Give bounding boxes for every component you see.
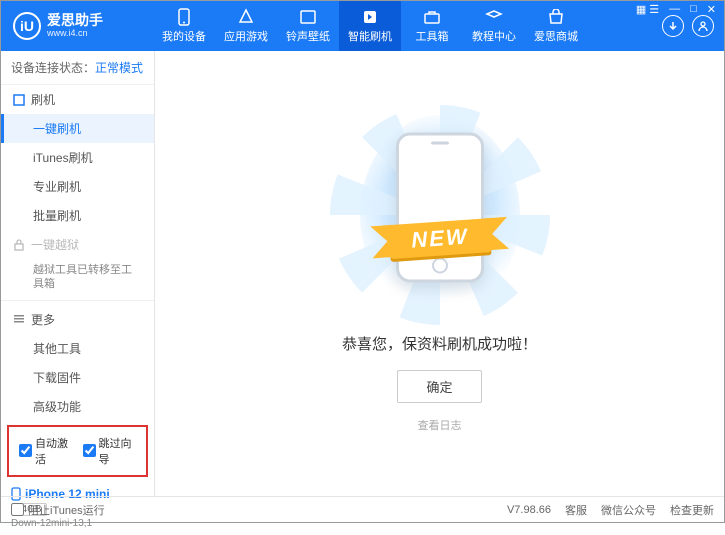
body: 设备连接状态：正常模式 刷机 一键刷机 iTunes刷机 专业刷机 批量刷机 一… [1,51,724,496]
sidebar-section-more[interactable]: 更多 [1,305,154,334]
checkbox-auto-activate[interactable]: 自动激活 [19,435,73,467]
success-illustration: NEW [360,115,520,315]
top-nav: 我的设备 应用游戏 铃声壁纸 智能刷机 工具箱 教程中心 [153,1,662,51]
device-status: 设备连接状态：正常模式 [1,51,154,85]
new-ribbon: NEW [388,218,491,259]
sidebar-item-other-tools[interactable]: 其他工具 [1,334,154,363]
checkbox-auto-activate-input[interactable] [19,444,32,457]
window-maximize-button[interactable]: □ [688,3,699,16]
nav-apps-games[interactable]: 应用游戏 [215,1,277,51]
logo-icon: iU [13,12,41,40]
checkbox-block-itunes[interactable]: 阻止iTunes运行 [11,502,105,518]
nav-ringtones-wallpapers[interactable]: 铃声壁纸 [277,1,339,51]
nav-smart-flash[interactable]: 智能刷机 [339,1,401,51]
footer-update-link[interactable]: 检查更新 [670,502,714,518]
nav-label: 铃声壁纸 [286,28,330,44]
footer: 阻止iTunes运行 V7.98.66 客服 微信公众号 检查更新 [1,496,724,522]
app-logo: iU 爱思助手 www.i4.cn [13,12,153,40]
app-window: ▦ ☰ — □ ✕ iU 爱思助手 www.i4.cn 我的设备 应用游戏 铃声… [0,0,725,523]
flash-icon [361,8,379,26]
window-minimize-button[interactable]: — [667,3,682,16]
sidebar-item-advanced[interactable]: 高级功能 [1,392,154,421]
app-name: 爱思助手 [47,13,103,28]
nav-tutorials[interactable]: 教程中心 [463,1,525,51]
tutorial-icon [485,8,503,26]
sidebar-section-flash[interactable]: 刷机 [1,85,154,114]
nav-label: 我的设备 [162,28,206,44]
wallpaper-icon [299,8,317,26]
sidebar: 设备连接状态：正常模式 刷机 一键刷机 iTunes刷机 专业刷机 批量刷机 一… [1,51,155,496]
view-log-link[interactable]: 查看日志 [418,417,462,433]
sidebar-item-download-firmware[interactable]: 下载固件 [1,363,154,392]
nav-label: 教程中心 [472,28,516,44]
window-menu-button[interactable]: ▦ ☰ [634,3,661,16]
sidebar-item-onekey-flash[interactable]: 一键刷机 [1,114,154,143]
nav-label: 爱思商城 [534,28,578,44]
footer-service-link[interactable]: 客服 [565,502,587,518]
phone-icon [175,8,193,26]
download-button[interactable] [662,15,684,37]
apps-icon [237,8,255,26]
nav-label: 工具箱 [416,28,449,44]
footer-wechat-link[interactable]: 微信公众号 [601,502,656,518]
checkbox-skip-guide[interactable]: 跳过向导 [83,435,137,467]
jailbreak-note: 越狱工具已转移至工具箱 [1,259,154,296]
sidebar-section-jailbreak: 一键越狱 [1,230,154,259]
store-icon [547,8,565,26]
options-highlight: 自动激活 跳过向导 [7,425,148,477]
sidebar-item-batch-flash[interactable]: 批量刷机 [1,201,154,230]
nav-label: 智能刷机 [348,28,392,44]
checkbox-block-itunes-input[interactable] [11,503,24,516]
window-close-button[interactable]: ✕ [705,3,718,16]
nav-toolbox[interactable]: 工具箱 [401,1,463,51]
sidebar-item-pro-flash[interactable]: 专业刷机 [1,172,154,201]
nav-store[interactable]: 爱思商城 [525,1,587,51]
lock-icon [13,239,25,251]
flash-section-icon [13,94,25,106]
version-label: V7.98.66 [507,504,551,516]
status-mode: 正常模式 [95,61,143,75]
nav-my-device[interactable]: 我的设备 [153,1,215,51]
success-message: 恭喜您，保资料刷机成功啦！ [342,333,537,354]
app-url: www.i4.cn [47,29,103,39]
checkbox-skip-guide-input[interactable] [83,444,96,457]
window-controls: ▦ ☰ — □ ✕ [634,3,718,16]
titlebar-right [662,15,724,37]
ok-button[interactable]: 确定 [397,370,481,403]
user-button[interactable] [692,15,714,37]
sidebar-item-itunes-flash[interactable]: iTunes刷机 [1,143,154,172]
titlebar: iU 爱思助手 www.i4.cn 我的设备 应用游戏 铃声壁纸 智能刷机 [1,1,724,51]
main-content: NEW 恭喜您，保资料刷机成功啦！ 确定 查看日志 [155,51,724,496]
toolbox-icon [423,8,441,26]
more-icon [13,313,25,325]
nav-label: 应用游戏 [224,28,268,44]
